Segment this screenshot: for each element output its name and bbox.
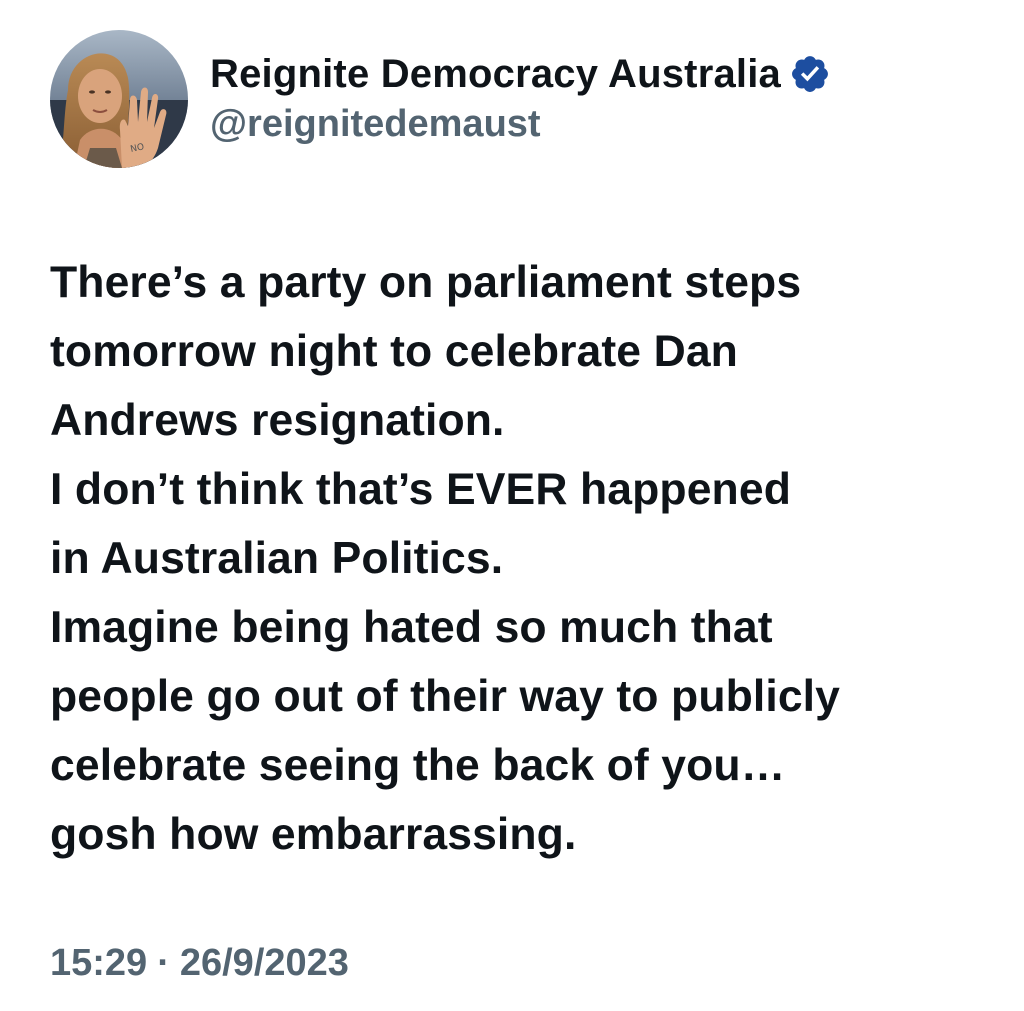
tweet-time: 15:29 (50, 942, 148, 984)
avatar-photo: NO (50, 30, 188, 168)
verified-badge-icon[interactable] (789, 53, 831, 95)
tweet-text-line: I don’t think that’s EVER happened (50, 465, 791, 514)
avatar[interactable]: NO (50, 30, 188, 168)
tweet-text-line: celebrate seeing the back of you… (50, 741, 786, 790)
tweet-date: 26/9/2023 (179, 942, 349, 984)
tweet-text-line: Andrews resignation. (50, 396, 505, 445)
tweet-text-line: There’s a party on parliament steps (50, 258, 802, 307)
tweet-text-line: gosh how embarrassing. (50, 810, 577, 859)
account-identity: Reignite Democracy Australia @reignitede… (210, 50, 831, 148)
tweet-text-line: people go out of their way to publicly (50, 672, 840, 721)
timestamp-separator: · (157, 942, 170, 984)
tweet-card: NO Reignite Democracy Australia @reignit… (0, 0, 1024, 1011)
tweet-timestamp[interactable]: 15:29 · 26/9/2023 (50, 935, 349, 991)
tweet-text-line: Imagine being hated so much that (50, 603, 773, 652)
name-row: Reignite Democracy Australia (210, 50, 831, 98)
account-handle[interactable]: @reignitedemaust (210, 100, 831, 148)
tweet-header: NO Reignite Democracy Australia @reignit… (50, 30, 831, 168)
tweet-text-line: in Australian Politics. (50, 534, 504, 583)
tweet-text: There’s a party on parliament steps tomo… (50, 248, 990, 869)
tweet-text-line: tomorrow night to celebrate Dan (50, 327, 738, 376)
display-name[interactable]: Reignite Democracy Australia (210, 50, 781, 98)
